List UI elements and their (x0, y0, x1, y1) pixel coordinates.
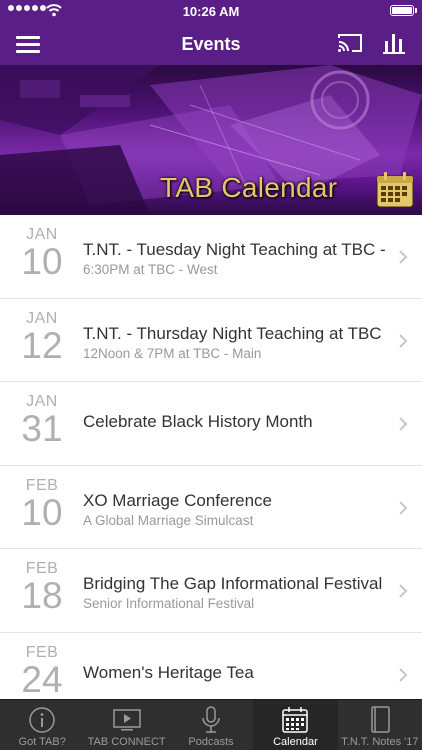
chevron-right-icon (399, 333, 408, 348)
event-date: FEB 18 (18, 560, 66, 614)
tab-got-tab[interactable]: Got TAB? (0, 700, 84, 750)
event-row[interactable]: JAN 10 T.NT. - Tuesday Night Teaching at… (0, 215, 422, 299)
tab-label: Got TAB? (18, 736, 66, 748)
event-row[interactable]: FEB 24 Women's Heritage Tea (0, 632, 422, 699)
event-date: JAN 12 (18, 310, 66, 364)
chevron-right-icon (399, 250, 408, 264)
status-bar: 10:26 AM (0, 0, 422, 22)
notebook-icon (371, 706, 390, 733)
event-day: 24 (21, 658, 63, 699)
tab-label: Calendar (273, 736, 318, 748)
event-info: Bridging The Gap Informational Festival … (83, 573, 386, 612)
event-row[interactable]: JAN 31 Celebrate Black History Month (0, 382, 422, 466)
event-name: Celebrate Black History Month (83, 412, 313, 431)
chevron-right-icon (399, 500, 408, 515)
event-day: 18 (21, 575, 63, 616)
tab-label: TAB CONNECT (87, 736, 166, 748)
chevron-right-icon (399, 417, 408, 431)
event-date: FEB 10 (18, 477, 66, 531)
chevron-right-icon (399, 584, 408, 598)
chevron-right-icon (399, 667, 408, 682)
event-name: T.NT. - Tuesday Night Teaching at TBC - … (83, 240, 386, 259)
tab-podcasts[interactable]: Podcasts (169, 700, 253, 750)
event-date: JAN 31 (18, 393, 66, 447)
tab-tab-connect[interactable]: TAB CONNECT (84, 700, 168, 750)
tab-calendar[interactable]: Calendar (253, 700, 338, 750)
microphone-icon (202, 706, 220, 733)
event-day: 31 (21, 408, 63, 449)
calendar-icon (376, 172, 414, 208)
event-day: 10 (21, 241, 63, 282)
event-subtitle: 12Noon & 7PM at TBC - Main (83, 345, 262, 361)
event-subtitle: A Global Marriage Simulcast (83, 512, 254, 528)
bar-chart-icon[interactable] (382, 31, 406, 55)
event-name: T.NT. - Thursday Night Teaching at TBC -… (83, 323, 386, 343)
cast-icon[interactable] (337, 32, 363, 54)
event-info: Celebrate Black History Month (83, 411, 386, 433)
video-icon (112, 709, 141, 731)
battery-icon (390, 5, 417, 16)
event-row[interactable]: JAN 12 T.NT. - Thursday Night Teaching a… (0, 298, 422, 382)
banner-image: TAB Calendar (0, 65, 422, 215)
event-info: Women's Heritage Tea (83, 662, 386, 684)
tab-bar: Got TAB? TAB CONNECT Podcasts Calendar T… (0, 699, 422, 750)
event-row[interactable]: FEB 10 XO Marriage Conference A Global M… (0, 465, 422, 549)
event-subtitle: Senior Informational Festival (83, 596, 255, 611)
tab-label: Podcasts (188, 736, 234, 748)
tab-label: T.N.T. Notes '17 (341, 736, 419, 748)
event-subtitle: 6:30PM at TBC - West (83, 262, 218, 277)
event-name: XO Marriage Conference (83, 490, 272, 510)
event-day: 12 (21, 324, 63, 366)
event-date: FEB 24 (18, 644, 66, 698)
tab-tnt-notes[interactable]: T.N.T. Notes '17 (338, 700, 422, 750)
banner-title: TAB Calendar (160, 172, 338, 203)
event-name: Women's Heritage Tea (83, 662, 254, 682)
event-info: T.NT. - Tuesday Night Teaching at TBC - … (83, 239, 386, 278)
nav-bar: Events (0, 22, 422, 65)
event-date: JAN 10 (18, 226, 66, 280)
event-row[interactable]: FEB 18 Bridging The Gap Informational Fe… (0, 549, 422, 633)
event-info: XO Marriage Conference A Global Marriage… (83, 490, 386, 529)
calendar-icon (282, 707, 309, 733)
status-time: 10:26 AM (182, 4, 240, 19)
event-name: Bridging The Gap Informational Festival (83, 574, 383, 593)
event-info: T.NT. - Thursday Night Teaching at TBC -… (83, 323, 386, 362)
info-icon (29, 707, 55, 733)
event-list: JAN 10 T.NT. - Tuesday Night Teaching at… (0, 215, 422, 699)
event-day: 10 (21, 491, 63, 533)
